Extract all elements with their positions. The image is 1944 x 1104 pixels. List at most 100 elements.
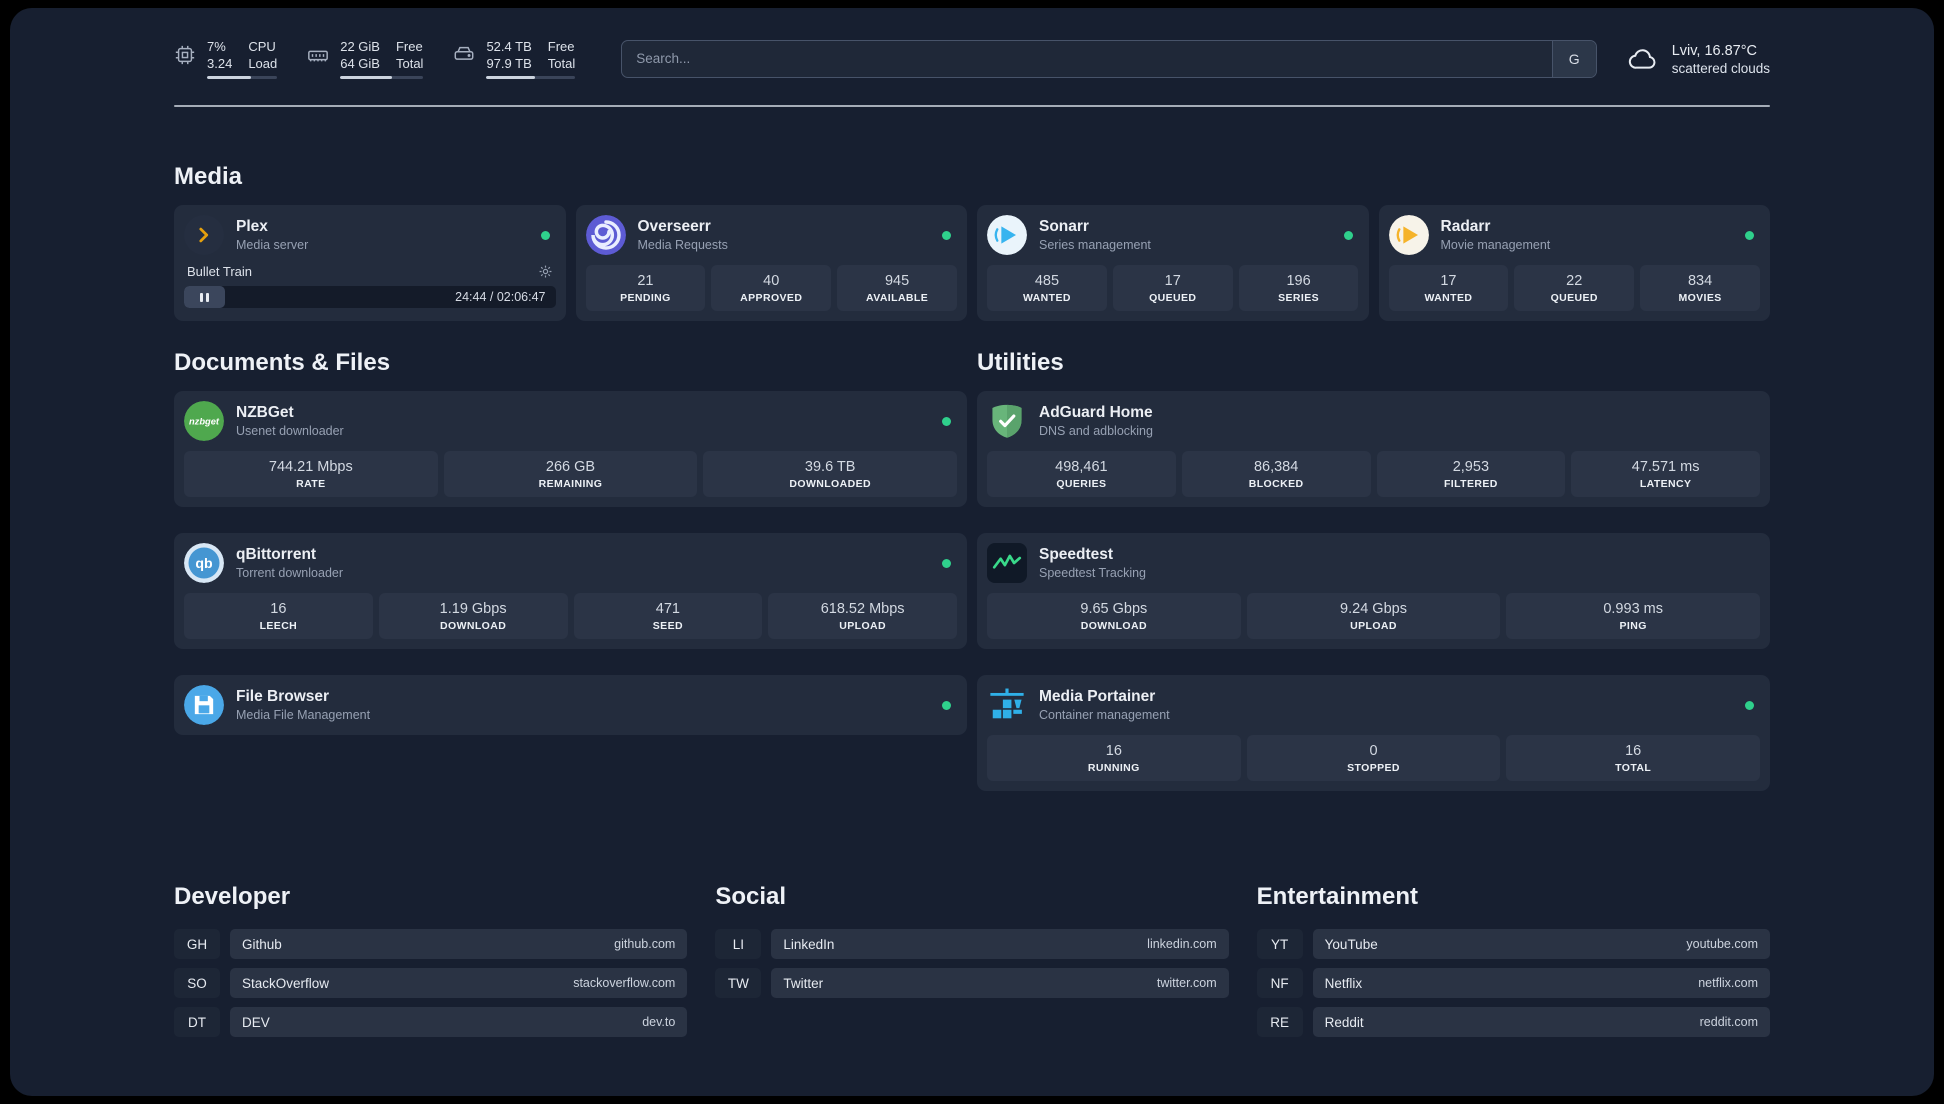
stat-stopped: 0 STOPPED xyxy=(1246,735,1501,781)
search-bar: G xyxy=(621,39,1597,78)
plex-now-playing: Bullet Train 24:44 / 02:06:47 xyxy=(184,264,556,308)
bookmark-abbr: YT xyxy=(1256,929,1303,959)
service-subtitle: Media server xyxy=(236,238,309,252)
service-card-speedtest: Speedtest Speedtest Tracking 9.65 Gbps D… xyxy=(977,533,1770,649)
memory-icon xyxy=(307,44,329,66)
bookmarks-section: Developer GH Github github.com SO StackO… xyxy=(174,883,1770,1046)
service-link-speedtest[interactable]: Speedtest Speedtest Tracking xyxy=(987,543,1760,583)
stat-remaining: 266 GB REMAINING xyxy=(443,451,698,497)
service-link-sonarr[interactable]: Sonarr Series management xyxy=(987,215,1359,255)
service-link-overseerr[interactable]: Overseerr Media Requests xyxy=(585,215,958,255)
stat-wanted: 17 WANTED xyxy=(1388,265,1509,311)
bookmark-group-entertainment: Entertainment YT YouTube youtube.com NF … xyxy=(1256,883,1770,1046)
service-name: AdGuard Home xyxy=(1039,404,1153,421)
pause-button[interactable] xyxy=(184,286,225,308)
bookmark-abbr: SO xyxy=(174,968,220,998)
bookmark-reddit[interactable]: RE Reddit reddit.com xyxy=(1256,1007,1770,1037)
bookmark-domain: twitter.com xyxy=(1156,976,1217,990)
topbar: 7% 3.24 CPU Load 22 GiB 64 GiB Free Tota… xyxy=(174,38,1770,79)
service-name: NZBGet xyxy=(236,404,294,421)
disk-progress-bar xyxy=(486,76,576,79)
bookmark-abbr: TW xyxy=(715,968,762,998)
bookmark-group-title: Developer xyxy=(174,883,291,910)
stat-blocked: 86,384 BLOCKED xyxy=(1181,451,1371,497)
service-link-qbittorrent[interactable]: qb qBittorrent Torrent downloader xyxy=(184,543,957,583)
service-name: Media Portainer xyxy=(1039,688,1156,705)
svg-text:qb: qb xyxy=(195,556,213,572)
bookmark-abbr: LI xyxy=(715,929,762,959)
now-playing-title: Bullet Train xyxy=(187,264,253,279)
memory-values: 22 GiB 64 GiB xyxy=(340,38,380,72)
disk-labels: Free Total xyxy=(548,38,575,72)
bookmark-dev[interactable]: DT DEV dev.to xyxy=(174,1007,688,1037)
cpu-progress-bar xyxy=(207,76,278,79)
status-dot xyxy=(942,230,951,240)
bookmark-name: LinkedIn xyxy=(783,936,835,952)
service-name: Speedtest xyxy=(1039,546,1114,563)
filebrowser-icon xyxy=(184,685,224,725)
stat-queued: 22 QUEUED xyxy=(1514,265,1635,311)
bookmark-name: Netflix xyxy=(1324,975,1363,991)
bookmark-abbr: DT xyxy=(174,1007,220,1037)
stat-series: 196 SERIES xyxy=(1238,265,1359,311)
bookmark-name: Github xyxy=(242,936,282,952)
stat-approved: 40 APPROVED xyxy=(711,265,832,311)
disk-progress-fill xyxy=(486,76,536,79)
search-provider-button[interactable]: G xyxy=(1551,40,1596,77)
stat-queued: 17 QUEUED xyxy=(1112,265,1233,311)
service-link-nzbget[interactable]: nzbget NZBGet Usenet downloader xyxy=(184,401,957,441)
bookmark-domain: github.com xyxy=(614,937,676,951)
stat-filtered: 2,953 FILTERED xyxy=(1376,451,1566,497)
service-name: Plex xyxy=(236,218,268,235)
service-card-qbittorrent: qb qBittorrent Torrent downloader 16 LEE… xyxy=(174,533,967,649)
status-dot xyxy=(1745,230,1754,240)
bookmark-netflix[interactable]: NF Netflix netflix.com xyxy=(1256,968,1770,998)
gear-icon[interactable] xyxy=(538,264,553,279)
service-subtitle: Container management xyxy=(1039,708,1170,722)
bookmark-group-title: Social xyxy=(715,883,787,910)
service-link-adguard[interactable]: AdGuard Home DNS and adblocking xyxy=(987,401,1760,441)
bookmark-abbr: RE xyxy=(1256,1007,1303,1037)
topbar-divider xyxy=(174,105,1770,107)
service-subtitle: Media File Management xyxy=(236,708,371,722)
cloud-icon xyxy=(1627,43,1659,75)
service-link-radarr[interactable]: Radarr Movie management xyxy=(1388,215,1761,255)
weather-location: Lviv, 16.87°C xyxy=(1671,42,1758,59)
status-dot xyxy=(1343,230,1353,240)
bookmark-abbr: NF xyxy=(1256,968,1303,998)
weather-condition: scattered clouds xyxy=(1671,60,1770,76)
service-card-plex: Plex Media server Bullet Train 24:44 / 0… xyxy=(174,205,566,321)
nzbget-icon: nzbget xyxy=(184,401,224,441)
service-link-filebrowser[interactable]: File Browser Media File Management xyxy=(184,685,957,725)
bookmark-stackoverflow[interactable]: SO StackOverflow stackoverflow.com xyxy=(174,968,688,998)
adguard-icon xyxy=(987,401,1027,441)
search-input[interactable] xyxy=(622,40,1552,77)
service-name: Overseerr xyxy=(637,218,711,235)
service-card-filebrowser: File Browser Media File Management xyxy=(174,675,967,735)
disk-label-top: Free xyxy=(547,39,575,54)
service-card-radarr: Radarr Movie management 17 WANTED 22 QUE… xyxy=(1378,205,1770,321)
bookmark-group-title: Entertainment xyxy=(1256,883,1419,910)
overseerr-icon xyxy=(585,215,626,255)
plex-icon xyxy=(184,215,224,255)
disk-widget: 52.4 TB 97.9 TB Free Total xyxy=(453,38,576,79)
disk-free-value: 52.4 TB xyxy=(486,39,532,54)
memory-label-bottom: Total xyxy=(395,56,424,71)
bookmark-github[interactable]: GH Github github.com xyxy=(174,929,688,959)
weather-widget: Lviv, 16.87°C scattered clouds xyxy=(1627,42,1770,76)
service-link-plex[interactable]: Plex Media server xyxy=(184,215,556,255)
disk-label-bottom: Total xyxy=(547,56,576,71)
speedtest-icon xyxy=(987,543,1027,583)
bookmark-twitter[interactable]: TW Twitter twitter.com xyxy=(715,968,1229,998)
section-utilities: Utilities AdGuard Home DNS and adblockin… xyxy=(977,349,1770,817)
stat-rate: 744.21 Mbps RATE xyxy=(184,451,438,497)
bookmark-youtube[interactable]: YT YouTube youtube.com xyxy=(1256,929,1770,959)
section-title-utilities: Utilities xyxy=(977,349,1064,376)
bookmark-linkedin[interactable]: LI LinkedIn linkedin.com xyxy=(715,929,1229,959)
stat-available: 945 AVAILABLE xyxy=(837,265,957,311)
bookmark-name: StackOverflow xyxy=(242,975,330,991)
service-card-adguard: AdGuard Home DNS and adblocking 498,461 … xyxy=(977,391,1770,507)
service-subtitle: Torrent downloader xyxy=(236,566,344,580)
disk-total-value: 97.9 TB xyxy=(486,56,532,71)
service-link-portainer[interactable]: Media Portainer Container management xyxy=(987,685,1760,725)
